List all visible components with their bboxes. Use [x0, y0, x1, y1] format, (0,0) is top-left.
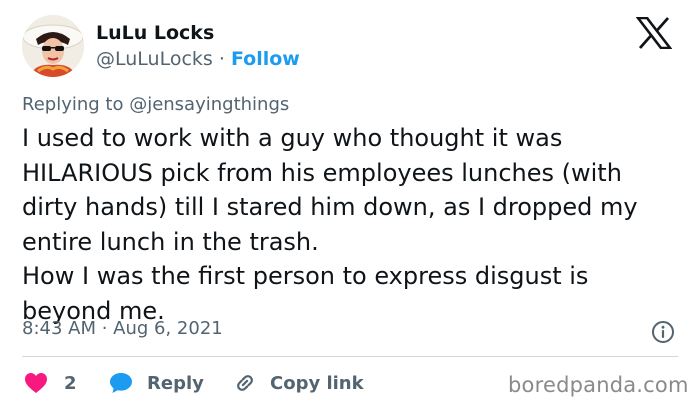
author-name[interactable]: LuLu Locks	[96, 22, 214, 44]
author-handle-row: @LuLuLocks · Follow	[96, 48, 300, 70]
avatar[interactable]	[22, 15, 84, 77]
tweet-text: I used to work with a guy who thought it…	[22, 121, 682, 328]
copy-link-button[interactable]: Copy link	[232, 368, 364, 398]
like-count: 2	[64, 372, 77, 394]
handle-separator: ·	[218, 48, 225, 70]
info-icon[interactable]	[651, 320, 675, 344]
author-handle[interactable]: @LuLuLocks	[96, 48, 213, 70]
reply-context: Replying to @jensayingthings	[22, 94, 290, 115]
link-icon	[237, 375, 253, 391]
speech-bubble-icon	[110, 373, 132, 393]
tweet-timestamp[interactable]: 8:43 AM · Aug 6, 2021	[22, 318, 223, 339]
like-button[interactable]: 2	[24, 368, 77, 398]
tweet-paragraph: I used to work with a guy who thought it…	[22, 124, 638, 256]
watermark: boredpanda.com	[508, 373, 689, 397]
reply-label: Reply	[147, 372, 204, 394]
follow-button[interactable]: Follow	[231, 48, 300, 70]
copy-link-label: Copy link	[270, 372, 364, 394]
divider	[22, 356, 678, 357]
heart-icon	[25, 373, 47, 393]
avatar-photo	[22, 15, 84, 77]
x-logo-icon[interactable]	[636, 17, 672, 49]
reply-button[interactable]: Reply	[109, 368, 204, 398]
